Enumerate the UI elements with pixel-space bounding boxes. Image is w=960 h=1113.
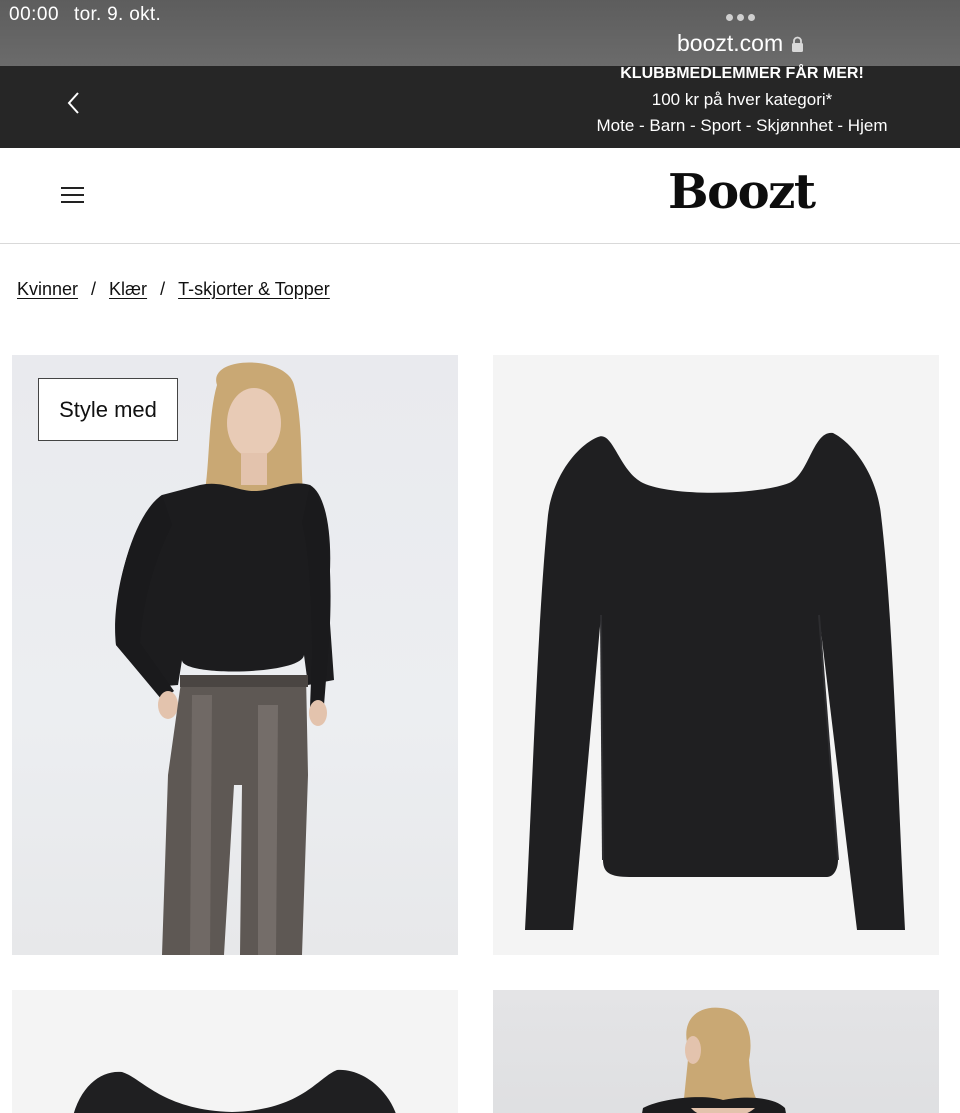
promo-title: KLUBBMEDLEMMER FÅR MER! <box>620 65 864 82</box>
promo-banner: KLUBBMEDLEMMER FÅR MER! 100 kr på hver k… <box>0 66 960 148</box>
breadcrumb-kvinner[interactable]: Kvinner <box>17 279 78 300</box>
back-button[interactable] <box>56 86 90 120</box>
model-illustration <box>115 362 334 955</box>
product-image-front[interactable] <box>493 355 939 955</box>
breadcrumb-t-skjorter[interactable]: T-skjorter & Topper <box>178 279 330 300</box>
hamburger-icon[interactable] <box>58 183 88 209</box>
chevron-left-icon <box>67 92 79 114</box>
product-image-back[interactable] <box>12 990 458 1113</box>
status-time: 00:00 <box>9 4 60 25</box>
product-image-model[interactable]: Style med <box>12 355 458 955</box>
address-bar[interactable]: boozt.com <box>677 30 804 57</box>
breadcrumb-klaer[interactable]: Klær <box>109 279 147 300</box>
product-image-model-back[interactable] <box>493 990 939 1113</box>
model-back-illustration <box>642 1007 786 1113</box>
style-med-button[interactable]: Style med <box>38 378 178 441</box>
breadcrumb: Kvinner / Klær / T-skjorter & Topper <box>17 279 330 300</box>
breadcrumb-separator: / <box>160 279 166 299</box>
black-top-illustration <box>525 432 905 930</box>
url-text: boozt.com <box>677 30 784 56</box>
black-top-back-illustration <box>73 1069 396 1113</box>
promo-line-1: 100 kr på hver kategori* <box>651 90 833 109</box>
breadcrumb-separator: / <box>91 279 97 299</box>
more-dots-icon[interactable] <box>726 14 755 21</box>
promo-line-2: Mote - Barn - Sport - Skjønnhet - Hjem <box>596 116 888 135</box>
status-date: tor. 9. okt. <box>74 4 162 25</box>
boozt-logo[interactable]: Boozt <box>668 164 816 220</box>
lock-icon <box>792 36 804 52</box>
site-header: Boozt <box>0 148 960 244</box>
browser-status-bar: 00:00 tor. 9. okt. boozt.com <box>0 0 960 66</box>
